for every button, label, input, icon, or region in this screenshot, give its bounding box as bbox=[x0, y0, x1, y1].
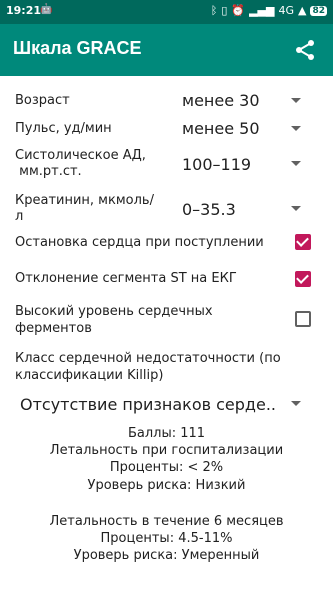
enzymes-label-line1: Высокий уровень сердечных bbox=[15, 304, 213, 319]
bp-label-line1: Систолическое АД, bbox=[15, 148, 146, 163]
six-month-mortality-title: Летальность в течение 6 месяцев bbox=[49, 514, 284, 529]
enzymes-label: Высокий уровень сердечных ферментов bbox=[15, 303, 275, 337]
six-month-risk: Уроверь риска: Умеренный bbox=[73, 548, 260, 563]
vibrate-icon: ▯ bbox=[221, 4, 228, 17]
hosp-mortality-title: Летальность при госпитализации bbox=[49, 443, 284, 458]
bp-label: Систолическое АД, мм.рт.ст. bbox=[15, 148, 146, 180]
hosp-risk: Уроверь риска: Низкий bbox=[87, 478, 246, 493]
age-select[interactable]: менее 30 bbox=[182, 91, 260, 110]
st-checkbox[interactable] bbox=[295, 271, 311, 287]
enzymes-label-line2: ферментов bbox=[15, 321, 92, 336]
hosp-percent: Проценты: < 2% bbox=[109, 460, 224, 475]
age-dropdown-icon[interactable] bbox=[291, 98, 301, 103]
pulse-select[interactable]: менее 50 bbox=[182, 119, 260, 138]
arrest-checkbox[interactable] bbox=[295, 234, 311, 250]
alarm-icon: ⏰ bbox=[231, 4, 246, 17]
wifi-icon: ▲ bbox=[298, 4, 307, 17]
android-icon: 🤖 bbox=[40, 4, 53, 15]
killip-select[interactable]: Отсутствие признаков серде.. bbox=[20, 395, 276, 414]
pulse-dropdown-icon[interactable] bbox=[291, 126, 301, 131]
bp-select[interactable]: 100–119 bbox=[182, 155, 251, 174]
killip-dropdown-icon[interactable] bbox=[291, 401, 301, 406]
bp-dropdown-icon[interactable] bbox=[291, 161, 301, 166]
app-title: Шкала GRACE bbox=[13, 38, 142, 58]
bluetooth-icon: ᛒ bbox=[210, 4, 218, 17]
pulse-label: Пульс, уд/мин bbox=[15, 121, 112, 136]
status-icons: ᛒ ▯ ⏰ ▂▄▆ 4G ▲ 82 bbox=[211, 4, 327, 17]
arrest-label: Остановка сердца при поступлении bbox=[15, 235, 264, 250]
creatinine-label: Креатинин, мкмоль/ л bbox=[15, 193, 154, 225]
battery-icon: 82 bbox=[310, 5, 327, 16]
killip-label: Класс сердечной недостаточности (по клас… bbox=[15, 350, 315, 384]
age-label: Возраст bbox=[15, 93, 70, 108]
creatinine-dropdown-icon[interactable] bbox=[291, 206, 301, 211]
killip-label-line2: классификации Killip) bbox=[15, 368, 164, 383]
creatinine-select[interactable]: 0–35.3 bbox=[182, 200, 236, 219]
status-time: 19:21 bbox=[6, 4, 42, 17]
app-toolbar: Шкала GRACE bbox=[0, 24, 333, 76]
st-label: Отклонение сегмента ST на ЕКГ bbox=[15, 271, 237, 286]
enzymes-checkbox[interactable] bbox=[295, 311, 311, 327]
signal-icon: ▂▄▆ bbox=[249, 4, 275, 17]
network-label: 4G bbox=[278, 4, 294, 17]
creatinine-label-line1: Креатинин, мкмоль/ bbox=[15, 193, 154, 208]
share-icon[interactable] bbox=[293, 38, 317, 62]
six-month-percent: Проценты: 4.5-11% bbox=[100, 531, 233, 546]
bp-label-line2: мм.рт.ст. bbox=[15, 164, 82, 179]
status-bar: 19:21 🤖 ᛒ ▯ ⏰ ▂▄▆ 4G ▲ 82 bbox=[0, 0, 333, 24]
score-text: Баллы: 111 bbox=[127, 426, 206, 441]
creatinine-label-line2: л bbox=[15, 209, 24, 224]
killip-label-line1: Класс сердечной недостаточности (по bbox=[15, 351, 281, 366]
